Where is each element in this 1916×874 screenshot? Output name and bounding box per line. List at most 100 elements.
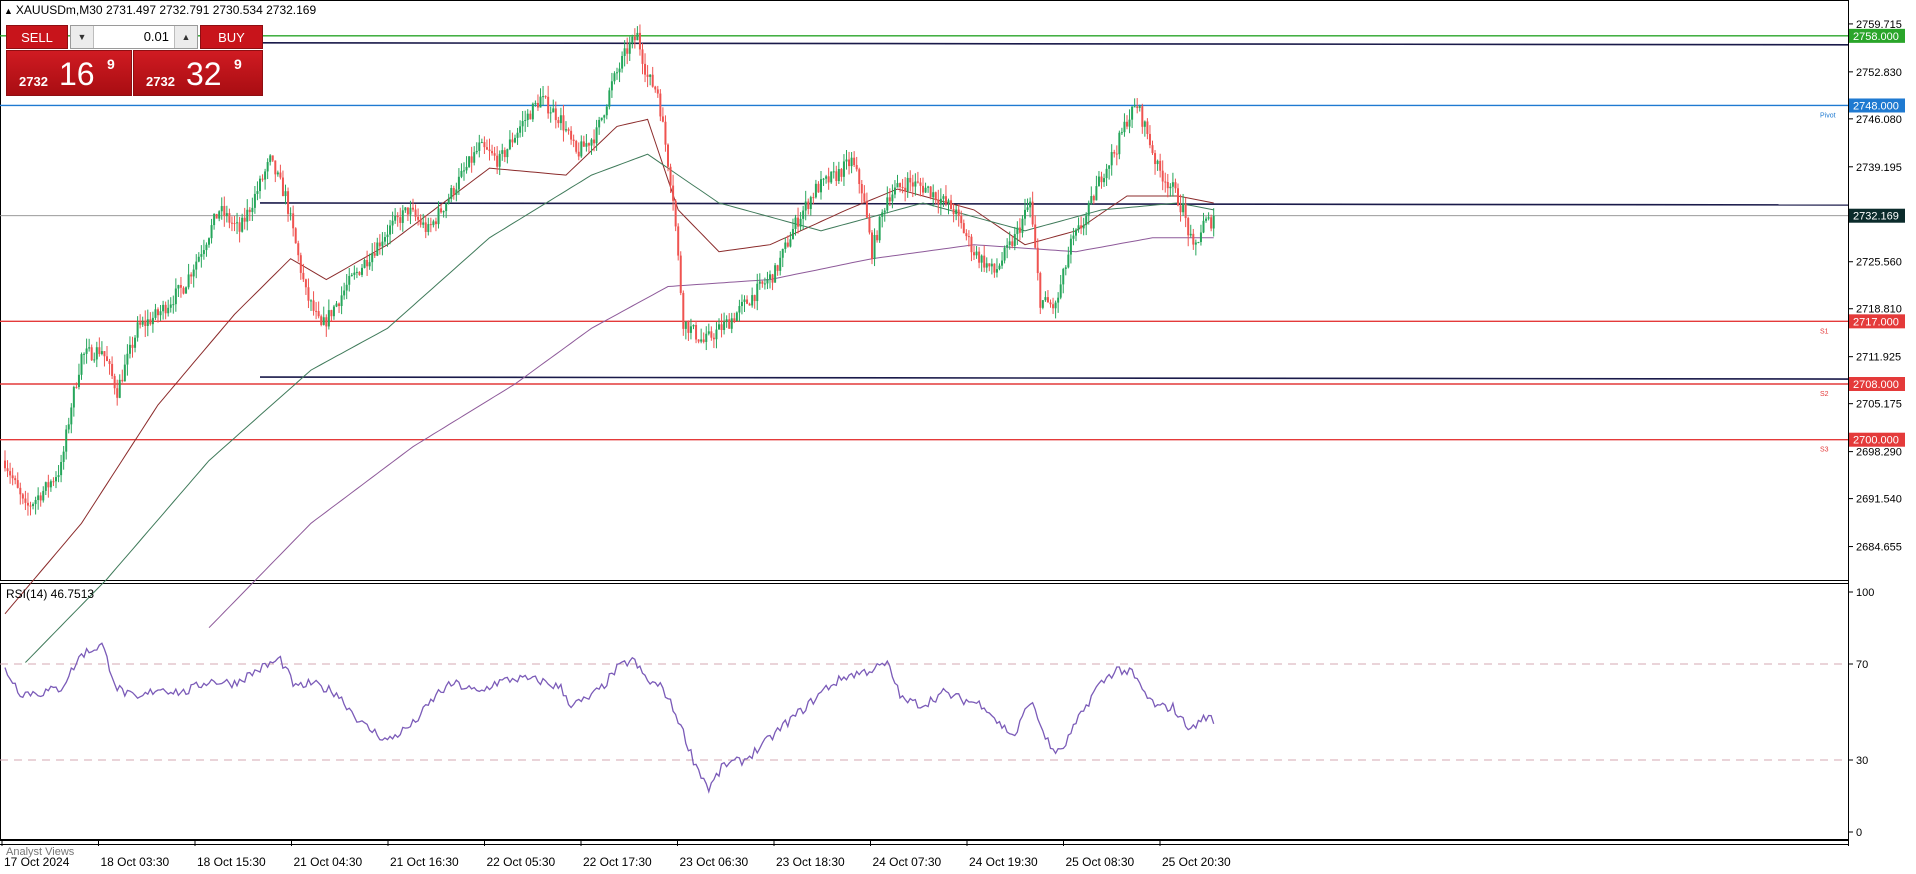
candle-body[interactable] [266, 162, 269, 172]
candle-body[interactable] [412, 207, 414, 210]
candle-body[interactable] [911, 182, 914, 187]
candle-body[interactable] [524, 119, 527, 122]
candle-body[interactable] [424, 222, 427, 232]
candle-body[interactable] [776, 265, 779, 271]
candle-body[interactable] [1205, 218, 1208, 221]
candle-body[interactable] [1154, 153, 1157, 165]
candle-body[interactable] [317, 311, 320, 317]
candle-body[interactable] [899, 183, 902, 187]
candle-body[interactable] [52, 481, 55, 483]
candle-body[interactable] [837, 169, 840, 182]
candle-body[interactable] [667, 144, 669, 167]
candle-body[interactable] [182, 287, 185, 294]
candle-body[interactable] [455, 189, 458, 195]
candle-body[interactable] [4, 460, 6, 469]
candle-body[interactable] [672, 185, 675, 201]
candle-body[interactable] [871, 232, 873, 260]
collapse-triangle-icon[interactable]: ▲ [4, 6, 13, 16]
candle-body[interactable] [343, 290, 346, 296]
candle-body[interactable] [547, 96, 550, 114]
candle-body[interactable] [144, 321, 147, 326]
candle-body[interactable] [103, 351, 106, 357]
candle-body[interactable] [468, 156, 471, 167]
candle-body[interactable] [720, 324, 723, 330]
candle-body[interactable] [6, 468, 9, 472]
candle-body[interactable] [582, 141, 585, 147]
candle-body[interactable] [381, 241, 384, 247]
candle-body[interactable] [960, 215, 963, 224]
candle-body[interactable] [860, 184, 863, 194]
candle-body[interactable] [475, 150, 478, 153]
candle-body[interactable] [1034, 224, 1037, 248]
candle-body[interactable] [205, 244, 208, 251]
candle-body[interactable] [208, 238, 210, 245]
candle-body[interactable] [434, 221, 437, 225]
candle-body[interactable] [531, 103, 534, 120]
candle-body[interactable] [1148, 133, 1151, 146]
candle-body[interactable] [873, 234, 876, 260]
candle-body[interactable] [516, 132, 519, 138]
candle-body[interactable] [256, 191, 259, 194]
candle-body[interactable] [659, 93, 662, 117]
candle-body[interactable] [154, 309, 157, 318]
candle-body[interactable] [141, 321, 144, 325]
candle-body[interactable] [600, 117, 603, 120]
candle-body[interactable] [595, 127, 598, 144]
candle-body[interactable] [192, 269, 195, 277]
candle-body[interactable] [868, 217, 871, 233]
candle-body[interactable] [1136, 106, 1139, 108]
candle-body[interactable] [937, 199, 940, 205]
candle-body[interactable] [809, 197, 812, 209]
candle-body[interactable] [799, 218, 802, 227]
candle-body[interactable] [707, 331, 710, 334]
candle-body[interactable] [878, 216, 881, 241]
candle-body[interactable] [77, 374, 80, 387]
candle-body[interactable] [179, 285, 182, 288]
candle-body[interactable] [264, 171, 267, 180]
candle-body[interactable] [924, 187, 927, 193]
candle-body[interactable] [75, 386, 78, 388]
candle-body[interactable] [865, 201, 868, 218]
candle-body[interactable] [139, 322, 142, 325]
candle-body[interactable] [320, 316, 323, 325]
candle-body[interactable] [371, 253, 374, 263]
candle-body[interactable] [44, 482, 47, 491]
candle-body[interactable] [1159, 160, 1162, 171]
candle-body[interactable] [1179, 205, 1182, 213]
candle-body[interactable] [368, 262, 371, 267]
candle-body[interactable] [292, 213, 295, 229]
candle-body[interactable] [616, 72, 618, 74]
candle-body[interactable] [957, 209, 960, 216]
candle-body[interactable] [590, 139, 593, 146]
sell-button[interactable]: SELL [6, 25, 68, 49]
candle-body[interactable] [485, 147, 488, 150]
candle-body[interactable] [236, 222, 239, 224]
sell-price-quote[interactable]: 2732 16 9 [6, 50, 132, 96]
candle-body[interactable] [215, 213, 218, 219]
candle-body[interactable] [965, 233, 968, 237]
candle-body[interactable] [134, 337, 137, 348]
candle-body[interactable] [832, 171, 835, 173]
candle-body[interactable] [621, 55, 624, 69]
candle-body[interactable] [414, 209, 417, 217]
candle-body[interactable] [419, 219, 422, 225]
candle-body[interactable] [111, 363, 114, 377]
candle-body[interactable] [32, 504, 35, 507]
candle-body[interactable] [549, 112, 552, 114]
candle-body[interactable] [1064, 267, 1067, 269]
candle-body[interactable] [970, 236, 973, 253]
candle-body[interactable] [21, 494, 24, 499]
candle-body[interactable] [167, 307, 170, 314]
candle-body[interactable] [34, 499, 37, 505]
candle-body[interactable] [429, 224, 432, 226]
candle-body[interactable] [536, 102, 539, 108]
candle-body[interactable] [1126, 121, 1128, 127]
candle-body[interactable] [445, 203, 448, 212]
candle-body[interactable] [881, 212, 884, 217]
candle-body[interactable] [577, 151, 580, 157]
candle-body[interactable] [723, 321, 726, 330]
candle-body[interactable] [322, 317, 325, 325]
candle-body[interactable] [228, 213, 231, 223]
candle-body[interactable] [501, 150, 504, 154]
candle-body[interactable] [929, 186, 932, 198]
